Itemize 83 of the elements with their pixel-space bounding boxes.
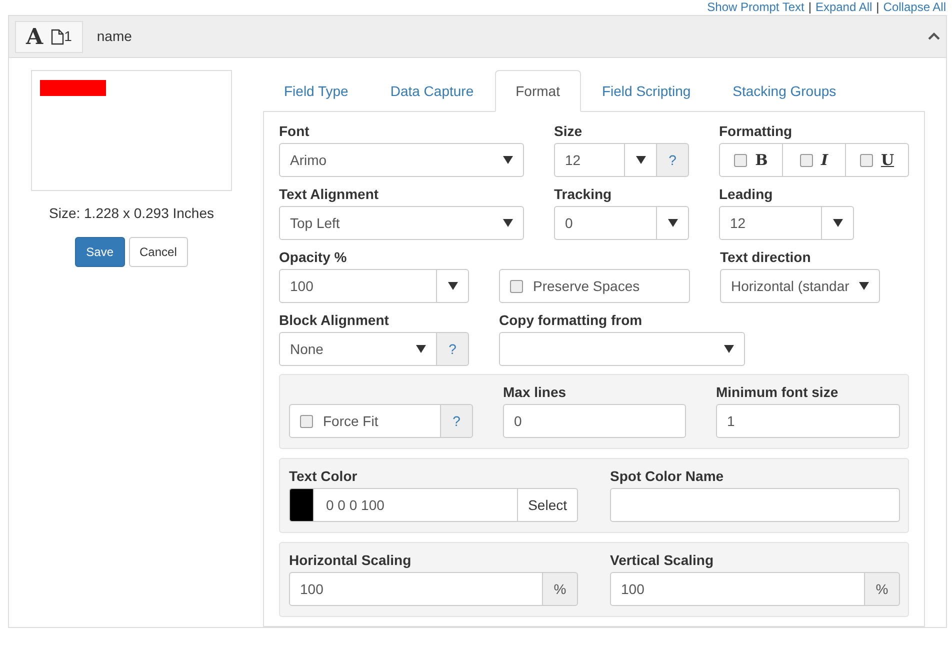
format-glyph: B: [755, 150, 768, 171]
format-toggle[interactable]: B: [719, 143, 783, 177]
color-value-input[interactable]: 0 0 0 100: [314, 488, 518, 522]
dropdown[interactable]: Arimo: [279, 143, 524, 177]
caret-icon: [503, 219, 513, 227]
field-label: Formatting: [719, 122, 794, 140]
format-glyph: I: [820, 150, 828, 171]
field-label: Opacity %: [279, 248, 348, 266]
caret-icon: [859, 282, 869, 290]
dropdown[interactable]: [499, 332, 745, 366]
separator: |: [808, 0, 812, 15]
chevron-up-icon[interactable]: [928, 32, 940, 41]
text-input[interactable]: 12: [554, 143, 625, 177]
text-input[interactable]: 0: [554, 206, 657, 240]
header-link[interactable]: Expand All: [815, 0, 872, 15]
help-button[interactable]: ?: [441, 404, 473, 438]
checkbox[interactable]: [510, 280, 523, 292]
unit-addon: %: [543, 572, 578, 606]
format-toggle[interactable]: I: [783, 143, 846, 177]
caret-icon: [416, 345, 426, 353]
field-label: Copy formatting from: [499, 311, 644, 329]
header-link[interactable]: Collapse All: [883, 0, 946, 15]
caret-icon: [668, 219, 678, 227]
text-input[interactable]: 100: [279, 269, 437, 303]
dropdown-button[interactable]: [625, 143, 657, 177]
dropdown-button[interactable]: [437, 269, 469, 303]
checkbox-field[interactable]: Preserve Spaces: [499, 269, 690, 303]
field-label: Max lines: [503, 383, 568, 401]
action-button[interactable]: Save: [75, 237, 124, 267]
field-label: Tracking: [554, 185, 613, 203]
help-button[interactable]: ?: [657, 143, 689, 177]
field-label: Minimum font size: [716, 383, 840, 401]
field-label: Horizontal Scaling: [289, 551, 412, 569]
checkbox-field[interactable]: Force Fit: [289, 404, 441, 438]
field-label: Leading: [719, 185, 774, 203]
format-glyph: U: [880, 150, 894, 171]
tab[interactable]: Field Scripting: [580, 70, 712, 112]
format-toggle[interactable]: U: [846, 143, 909, 177]
field-label: Text Alignment: [279, 185, 380, 203]
caret-icon: [448, 282, 458, 290]
dropdown[interactable]: Top Left: [279, 206, 524, 240]
text-field-shape: [40, 80, 106, 96]
panel-header[interactable]: A 1 name: [9, 16, 946, 58]
header-link[interactable]: Show Prompt Text: [707, 0, 804, 15]
document-icon: [51, 28, 64, 44]
text-input[interactable]: 0: [503, 404, 686, 438]
text-input[interactable]: 100: [289, 572, 543, 606]
caret-icon: [503, 156, 513, 164]
field-label: Block Alignment: [279, 311, 390, 329]
field-label: Spot Color Name: [610, 467, 725, 485]
field-label: Font: [279, 122, 310, 140]
field-label: Vertical Scaling: [610, 551, 714, 569]
checkbox[interactable]: [800, 154, 813, 166]
field-label: Text direction: [720, 248, 812, 266]
separator: |: [876, 0, 880, 15]
text-input[interactable]: 12: [719, 206, 822, 240]
checkbox[interactable]: [734, 154, 748, 166]
help-button[interactable]: ?: [437, 332, 469, 366]
dropdown[interactable]: None: [279, 332, 437, 366]
action-button[interactable]: Cancel: [128, 237, 188, 267]
text-input[interactable]: [610, 488, 900, 522]
checkbox[interactable]: [300, 414, 313, 428]
field-name: name: [96, 27, 132, 46]
dropdown-button[interactable]: [822, 206, 854, 240]
checkbox[interactable]: [860, 154, 873, 166]
tab[interactable]: Format: [494, 70, 581, 112]
tab[interactable]: Field Type: [263, 70, 370, 112]
page-count: 1: [64, 27, 72, 46]
size-text: Size: 1.228 x 0.293 Inches: [49, 204, 214, 223]
dropdown[interactable]: Horizontal (standar: [720, 269, 880, 303]
text-input[interactable]: 1: [716, 404, 900, 438]
text-type-icon: A: [26, 26, 44, 48]
tab[interactable]: Data Capture: [369, 70, 495, 112]
caret-icon: [636, 156, 646, 164]
dropdown-button[interactable]: [657, 206, 689, 240]
field-label: Size: [554, 122, 584, 140]
caret-icon: [832, 219, 842, 227]
caret-icon: [724, 345, 734, 353]
tab[interactable]: Stacking Groups: [712, 70, 858, 112]
text-input[interactable]: 100: [610, 572, 865, 606]
select-button[interactable]: Select: [518, 488, 578, 522]
unit-addon: %: [865, 572, 900, 606]
field-label: Text Color: [289, 467, 358, 485]
